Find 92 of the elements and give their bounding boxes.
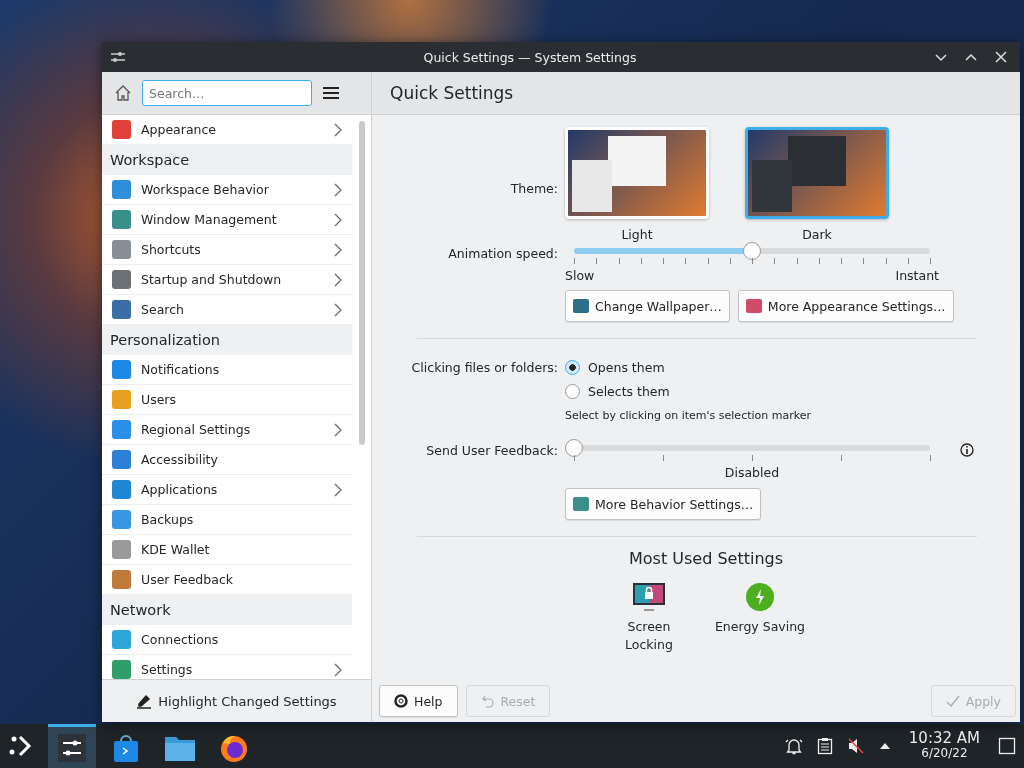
- radio-button[interactable]: [565, 359, 580, 375]
- sidebar-item[interactable]: Backups: [102, 505, 352, 535]
- category-icon: [112, 630, 131, 649]
- app-launcher-icon[interactable]: [8, 733, 34, 759]
- sidebar-item[interactable]: Users: [102, 385, 352, 415]
- sliders-icon: [110, 50, 126, 64]
- app-icon: [573, 497, 589, 511]
- page-title: Quick Settings: [390, 83, 514, 103]
- section-header: Workspace: [102, 145, 352, 175]
- menu-icon[interactable]: [322, 86, 340, 100]
- category-icon: [112, 390, 131, 409]
- theme-preview[interactable]: [745, 127, 889, 219]
- undo-icon: [480, 694, 495, 708]
- home-icon[interactable]: [114, 84, 132, 102]
- clipboard-icon[interactable]: [816, 737, 833, 755]
- search-field[interactable]: Search…: [142, 80, 312, 106]
- settings-button[interactable]: More Behavior Settings…: [565, 488, 762, 520]
- monitor-lock-icon: [631, 582, 666, 612]
- category-icon: [112, 510, 131, 529]
- field-label: Send User Feedback:: [425, 442, 558, 458]
- settings-button[interactable]: Change Wallpaper…: [565, 290, 730, 322]
- chevron-right-icon: [334, 272, 342, 287]
- checkmark-icon: [945, 694, 960, 708]
- slider-value: Disabled: [724, 465, 780, 480]
- field-label: Clicking files or folders:: [410, 359, 558, 375]
- field-label: Animation speed:: [447, 245, 558, 261]
- category-icon: [112, 480, 131, 499]
- chevron-right-icon: [334, 422, 342, 437]
- category-icon: [112, 420, 131, 439]
- category-icon: [112, 180, 131, 199]
- settings-button[interactable]: More Appearance Settings…: [737, 290, 954, 322]
- window-title: Quick Settings — System Settings: [422, 49, 638, 65]
- taskbar-app[interactable]: [48, 724, 96, 768]
- chevron-right-icon: [334, 242, 342, 257]
- chevron-right-icon: [334, 302, 342, 317]
- category-icon: [112, 450, 131, 469]
- app-icon: [745, 299, 762, 313]
- sidebar-item[interactable]: Workspace Behavior: [102, 175, 352, 205]
- radio-option[interactable]: Selects them: [565, 382, 672, 400]
- hint-text: Select by clicking on item's selection marker: [565, 408, 811, 422]
- sidebar-item[interactable]: Applications: [102, 475, 352, 505]
- notification-bell-icon[interactable]: [784, 737, 803, 755]
- slider-min-label: Slow: [565, 267, 595, 283]
- radio-option[interactable]: Opens them: [565, 358, 667, 376]
- category-icon: [112, 660, 131, 679]
- chevron-right-icon: [334, 662, 342, 677]
- shortcut-tile[interactable]: Screen Locking: [604, 580, 693, 656]
- info-icon[interactable]: [960, 443, 974, 457]
- chevron-right-icon: [334, 212, 342, 227]
- section-title: Most Used Settings: [627, 549, 784, 568]
- speaker-muted-icon[interactable]: [846, 737, 865, 755]
- sidebar-item[interactable]: KDE Wallet: [102, 535, 352, 565]
- theme-label: Dark: [802, 227, 832, 242]
- category-icon: [112, 360, 131, 379]
- chevron-right-icon: [334, 122, 342, 137]
- field-label: Theme:: [509, 181, 558, 196]
- shopping-bag-icon: [112, 732, 140, 763]
- section-header: Personalization: [102, 325, 352, 355]
- shortcut-tile[interactable]: Energy Saving: [710, 580, 810, 656]
- theme-label: Light: [621, 227, 653, 242]
- sliders-icon: [57, 732, 87, 763]
- sidebar-item[interactable]: Connections: [102, 625, 352, 655]
- sidebar-item[interactable]: Startup and Shutdown: [102, 265, 352, 295]
- lifebuoy-icon: [394, 694, 408, 708]
- footer-button[interactable]: Help: [379, 685, 458, 717]
- lightning-icon: [745, 582, 775, 612]
- category-icon: [112, 540, 131, 559]
- sidebar-item[interactable]: Notifications: [102, 355, 352, 385]
- category-icon: [112, 120, 131, 139]
- chevron-right-icon: [334, 182, 342, 197]
- category-icon: [112, 270, 131, 289]
- close-button[interactable]: [994, 50, 1008, 64]
- scrollbar[interactable]: [358, 121, 365, 445]
- section-header: Network: [102, 595, 352, 625]
- category-icon: [112, 300, 131, 319]
- slider-handle[interactable]: [565, 439, 583, 457]
- sidebar-item[interactable]: Window Management: [102, 205, 352, 235]
- category-icon: [112, 240, 131, 259]
- expand-tray-icon[interactable]: [878, 742, 891, 750]
- slider-handle[interactable]: [743, 242, 761, 260]
- chevron-right-icon: [334, 482, 342, 497]
- sidebar-item[interactable]: Accessibility: [102, 445, 352, 475]
- slider-max-label: Instant: [895, 267, 939, 283]
- sidebar-item[interactable]: Regional Settings: [102, 415, 352, 445]
- show-desktop-icon[interactable]: [998, 737, 1016, 755]
- radio-button[interactable]: [565, 383, 580, 399]
- category-icon: [112, 570, 131, 589]
- sidebar-item[interactable]: Shortcuts: [102, 235, 352, 265]
- clock[interactable]: 10:32 AM 6/20/22: [904, 731, 984, 761]
- app-icon: [573, 299, 589, 313]
- highlighter-icon: [136, 693, 153, 709]
- category-icon: [112, 210, 131, 229]
